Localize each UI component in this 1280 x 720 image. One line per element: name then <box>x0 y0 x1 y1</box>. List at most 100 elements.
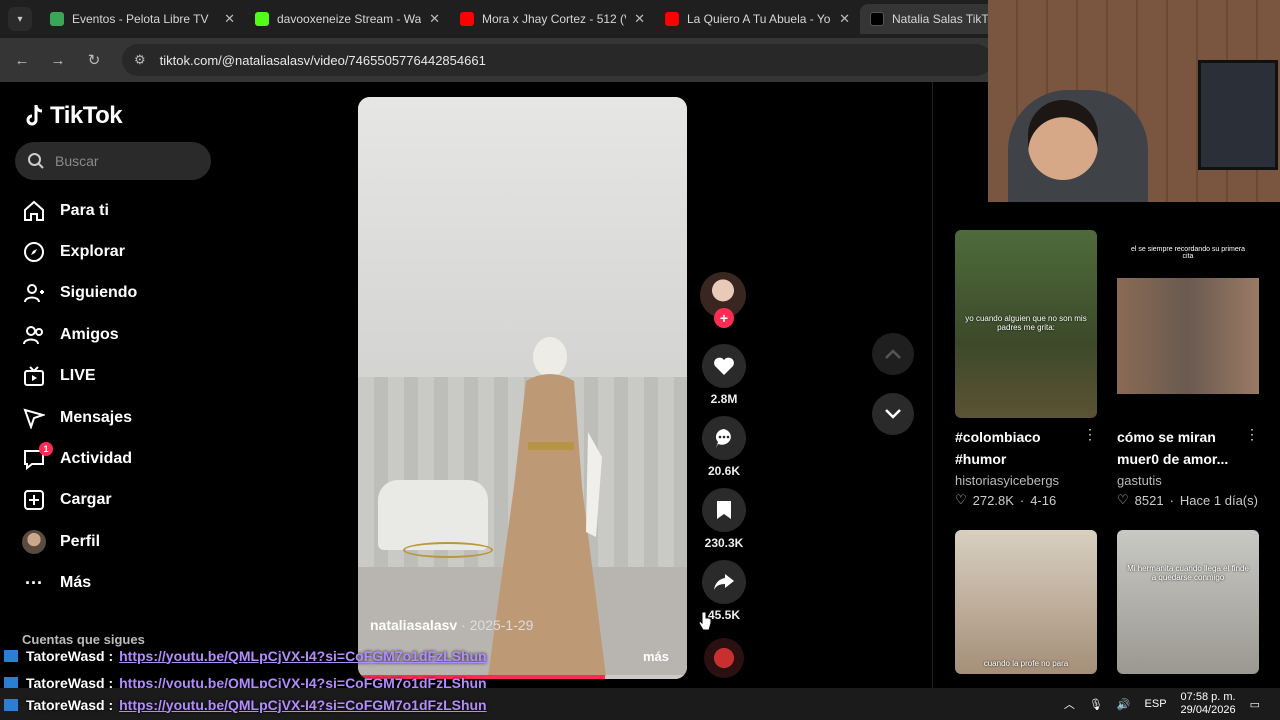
nav-label: Cargar <box>60 491 112 509</box>
video-author[interactable]: nataliasalasv <box>370 617 457 633</box>
recommended-title[interactable]: #colombiaco #humor <box>955 426 1055 470</box>
tab-close-icon[interactable]: ✕ <box>224 11 235 27</box>
creator-avatar[interactable]: + <box>700 272 746 328</box>
like-button[interactable] <box>702 344 746 388</box>
like-action[interactable]: 2.8M <box>700 344 748 406</box>
nav-item-explorar[interactable]: Explorar <box>22 231 137 272</box>
webcam-monitor <box>1198 60 1278 170</box>
reload-icon[interactable]: ↻ <box>82 48 106 72</box>
nav-item-cargar[interactable]: Cargar <box>22 480 137 521</box>
recommended-likes: 8521 <box>1134 492 1164 508</box>
search-input[interactable]: Buscar <box>15 142 211 180</box>
tiktok-logo[interactable]: TikTok <box>22 102 123 130</box>
tray-chevron-up-icon[interactable]: ︿ <box>1064 696 1075 712</box>
search-icon <box>28 153 44 169</box>
forward-icon[interactable]: → <box>46 48 70 72</box>
recommended-likes: 272.8K <box>972 492 1014 508</box>
heart-icon <box>714 357 734 375</box>
video-player[interactable]: nataliasalasv · 2025-1-29 más <box>358 97 687 679</box>
tiktok-note-icon <box>26 104 43 126</box>
tiktok-favicon-icon <box>870 12 884 26</box>
nav-label: Para ti <box>60 201 109 219</box>
tab-title: Eventos - Pelota Libre TV <box>72 12 209 26</box>
notifications-icon[interactable]: ▭ <box>1250 698 1260 711</box>
nav-item-siguiendo[interactable]: Siguiendo <box>22 273 137 314</box>
friends-icon <box>22 323 46 347</box>
recommended-thumbnail[interactable]: el se siempre recordando su primera cita <box>1117 230 1259 418</box>
tab-search-button[interactable]: ▾ <box>8 7 32 31</box>
kebab-menu-icon[interactable]: ⋮ <box>1245 426 1259 443</box>
browser-tab[interactable]: Mora x Jhay Cortez - 512 (V ✕ <box>450 4 655 34</box>
comment-button[interactable] <box>702 416 746 460</box>
chat-link[interactable]: https://youtu.be/QMLpCjVX-I4?si=CoFGM7o1… <box>119 697 487 713</box>
share-button[interactable] <box>702 560 746 604</box>
microphone-icon[interactable]: 🎙 <box>1089 698 1103 711</box>
volume-icon[interactable]: 🔊 <box>1117 698 1131 711</box>
follow-plus-icon[interactable]: + <box>714 308 734 328</box>
nav-item-actividad[interactable]: 1 Actividad <box>22 438 137 479</box>
messages-icon <box>22 406 46 430</box>
clock[interactable]: 07:58 p. m. 29/04/2026 <box>1181 691 1236 717</box>
recommended-thumbnail[interactable]: cuando la profe no para <box>955 530 1097 674</box>
recommended-date: Hace 1 día(s) <box>1179 492 1258 508</box>
chat-link[interactable]: https://youtu.be/QMLpCjVX-I4?si=CoFGM7o1… <box>119 648 487 664</box>
system-tray: ︿ 🎙 🔊 ESP 07:58 p. m. 29/04/2026 ▭ <box>1064 688 1280 720</box>
url-field[interactable]: ⚙ tiktok.com/@nataliasalasv/video/746550… <box>122 44 992 76</box>
chat-username: TatoreWasd : <box>26 696 114 713</box>
tab-close-icon[interactable]: ✕ <box>429 11 440 27</box>
nav-label: Amigos <box>60 325 119 343</box>
nav-item-mensajes[interactable]: Mensajes <box>22 397 137 438</box>
recommended-author[interactable]: historiasyicebergs <box>955 473 1059 488</box>
notification-badge: 1 <box>39 442 53 457</box>
twitch-icon <box>4 676 18 689</box>
upload-icon <box>22 488 46 512</box>
comment-action[interactable]: 20.6K <box>700 416 748 478</box>
twitch-icon <box>4 698 18 711</box>
chat-username: TatoreWasd : <box>26 647 114 664</box>
recommended-thumbnail[interactable]: yo cuando alguien que no son mis padres … <box>955 230 1097 418</box>
profile-avatar <box>22 529 46 554</box>
browser-tab[interactable]: Eventos - Pelota Libre TV ✕ <box>40 4 245 34</box>
save-action[interactable]: 230.3K <box>700 488 748 550</box>
next-video-button[interactable] <box>872 393 914 435</box>
save-button[interactable] <box>702 488 746 532</box>
nav-item-para-ti[interactable]: Para ti <box>22 190 137 231</box>
logo-text: TikTok <box>50 102 123 129</box>
video-author-line[interactable]: nataliasalasv · 2025-1-29 <box>370 617 533 633</box>
save-count: 230.3K <box>704 536 744 550</box>
nav-item-amigos[interactable]: Amigos <box>22 314 137 355</box>
search-placeholder: Buscar <box>55 153 99 169</box>
recommended-title[interactable]: cómo se miran muer0 de amor... <box>1117 426 1237 470</box>
clock-time: 07:58 p. m. <box>1180 691 1236 703</box>
nav-item-live[interactable]: LIVE <box>22 356 137 397</box>
language-indicator[interactable]: ESP <box>1145 698 1167 710</box>
nav-item-mas[interactable]: ··· Más <box>22 563 137 604</box>
site-settings-icon[interactable]: ⚙ <box>134 52 146 68</box>
share-icon <box>714 574 734 590</box>
nav-item-perfil[interactable]: Perfil <box>22 521 137 562</box>
recommended-thumbnail[interactable]: Mi hermanita cuando llega el finde a que… <box>1117 530 1259 674</box>
video-more-button[interactable]: más <box>643 649 669 664</box>
tab-title: Mora x Jhay Cortez - 512 (V <box>482 12 627 26</box>
twitch-icon <box>4 649 18 662</box>
tab-close-icon[interactable]: ✕ <box>634 11 645 27</box>
comment-icon <box>715 429 731 448</box>
stats-separator: · <box>1019 492 1025 508</box>
browser-tab[interactable]: La Quiero A Tu Abuela - You ✕ <box>655 4 860 34</box>
tab-favicon-icon <box>460 12 474 26</box>
nav-label: Siguiendo <box>60 284 138 302</box>
thumbnail-caption: cuando la profe no para <box>983 659 1069 668</box>
webcam-overlay <box>988 0 1280 202</box>
browser-tab[interactable]: davooxeneize Stream - Wat ✕ <box>245 4 450 34</box>
comment-count: 20.6K <box>707 464 741 478</box>
following-icon <box>22 281 46 305</box>
kebab-menu-icon[interactable]: ⋮ <box>1083 426 1097 443</box>
url-text: tiktok.com/@nataliasalasv/video/74655057… <box>159 52 486 68</box>
bookmark-icon <box>717 501 731 519</box>
recommended-author[interactable]: gastutis <box>1117 473 1162 488</box>
previous-video-button[interactable] <box>872 333 914 375</box>
nav-label: Explorar <box>60 243 125 261</box>
music-disc-icon[interactable] <box>704 638 744 678</box>
back-icon[interactable]: ← <box>10 48 34 72</box>
tab-close-icon[interactable]: ✕ <box>839 11 850 27</box>
